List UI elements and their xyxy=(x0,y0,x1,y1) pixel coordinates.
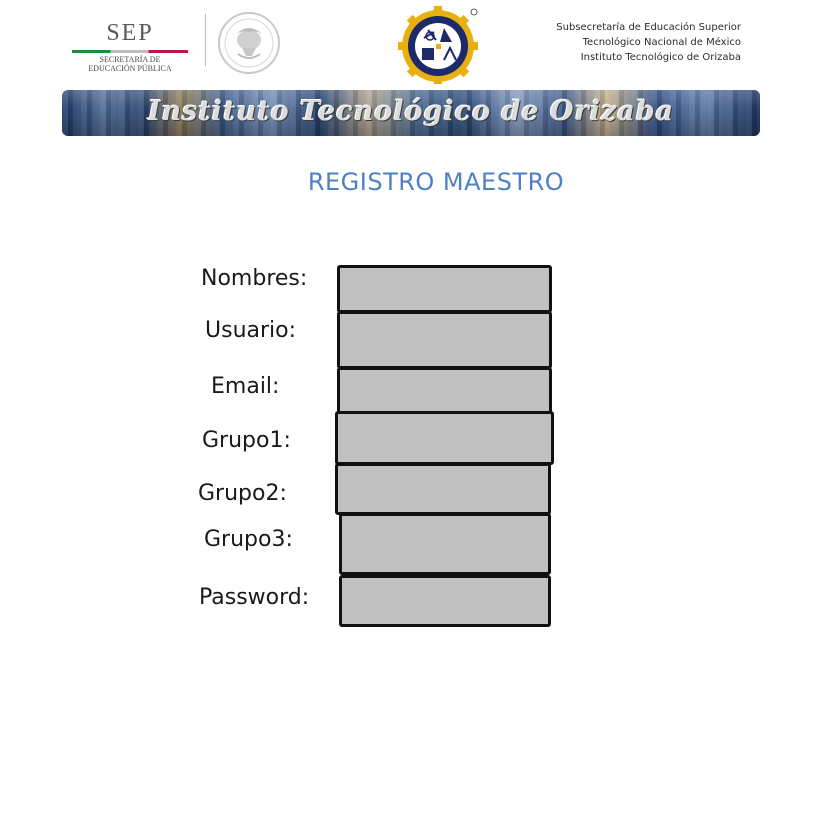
institute-banner: Instituto Tecnológico de Orizaba xyxy=(62,90,760,136)
sep-color-stripe xyxy=(72,50,188,53)
password-label: Password: xyxy=(199,585,310,610)
mexican-coat-of-arms-icon xyxy=(218,12,280,74)
org-line-3: Instituto Tecnológico de Orizaba xyxy=(580,52,741,63)
usuario-input[interactable] xyxy=(337,311,552,369)
sep-subtitle-line-1: SECRETARÍA DE xyxy=(99,55,161,64)
nombres-input[interactable] xyxy=(337,265,552,313)
grupo3-input[interactable] xyxy=(339,513,551,575)
org-line-2: Tecnológico Nacional de México xyxy=(582,37,741,48)
header-divider xyxy=(205,14,206,66)
banner-title: Instituto Tecnológico de Orizaba xyxy=(147,96,675,127)
email-label: Email: xyxy=(211,374,280,399)
org-line-1: Subsecretaría de Educación Superior xyxy=(556,22,741,33)
sep-logo: SEP SECRETARÍA DE EDUCACIÓN PÚBLICA xyxy=(72,14,188,74)
grupo2-input[interactable] xyxy=(335,463,551,515)
grupo2-label: Grupo2: xyxy=(198,481,287,506)
email-input[interactable] xyxy=(337,367,552,415)
usuario-label: Usuario: xyxy=(205,318,297,343)
password-input[interactable] xyxy=(339,575,551,627)
grupo3-label: Grupo3: xyxy=(204,527,293,552)
sep-acronym: SEP xyxy=(106,20,154,46)
grupo1-input[interactable] xyxy=(335,411,554,465)
grupo1-label: Grupo1: xyxy=(202,428,291,453)
page-title: REGISTRO MAESTRO xyxy=(307,168,565,196)
nombres-label: Nombres: xyxy=(201,266,308,291)
ito-gear-logo-icon xyxy=(398,6,478,84)
organization-lines: Subsecretaría de Educación Superior Tecn… xyxy=(556,20,741,65)
sep-subtitle-line-2: EDUCACIÓN PÚBLICA xyxy=(88,64,172,73)
sep-subtitle: SECRETARÍA DE EDUCACIÓN PÚBLICA xyxy=(72,55,188,73)
